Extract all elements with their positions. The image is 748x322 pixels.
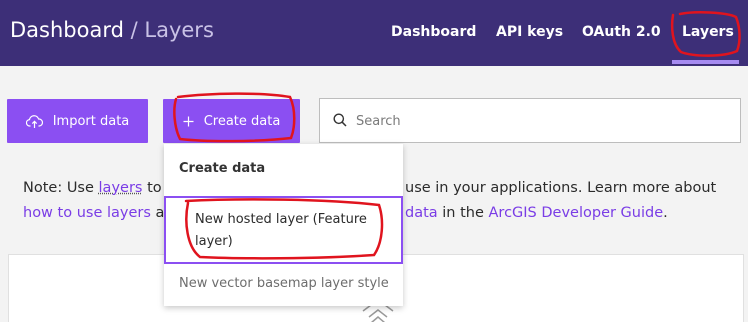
- plus-icon: [183, 116, 194, 127]
- breadcrumb: Dashboard / Layers: [10, 18, 214, 42]
- note-line2-mid: a: [151, 205, 165, 221]
- create-data-label: Create data: [204, 114, 281, 129]
- layers-term-link[interactable]: layers: [99, 180, 143, 196]
- menu-item-new-vector-style[interactable]: New vector basemap layer style: [179, 276, 389, 291]
- top-bar: Dashboard / Layers Dashboard API keys OA…: [0, 0, 748, 66]
- breadcrumb-dashboard[interactable]: Dashboard: [10, 18, 124, 42]
- search-input[interactable]: [356, 109, 726, 133]
- create-data-button[interactable]: Create data: [163, 99, 300, 143]
- menu-header: Create data: [179, 161, 265, 176]
- search-box[interactable]: [319, 98, 741, 143]
- note-mid: to: [142, 180, 161, 196]
- menu-item-new-hosted-layer[interactable]: New hosted layer (Feature layer): [164, 196, 403, 264]
- nav-active-indicator: [672, 60, 739, 64]
- note-line2-tail: data in the ArcGIS Developer Guide.: [405, 201, 668, 226]
- data-link[interactable]: data: [405, 205, 438, 221]
- note-prefix: Note: Use: [23, 180, 99, 196]
- note-line1-suffix: use in your applications. Learn more abo…: [405, 176, 716, 201]
- note-period: .: [663, 205, 668, 221]
- nav-layers[interactable]: Layers: [682, 24, 734, 40]
- breadcrumb-separator: /: [131, 18, 138, 42]
- nav-oauth[interactable]: OAuth 2.0: [582, 24, 661, 40]
- create-data-menu: Create data New hosted layer (Feature la…: [164, 144, 403, 306]
- cloud-upload-icon: [26, 114, 43, 129]
- nav-dashboard[interactable]: Dashboard: [391, 24, 476, 40]
- menu-item-new-hosted-layer-label: New hosted layer (Feature layer): [195, 209, 385, 253]
- how-to-use-layers-link[interactable]: how to use layers: [23, 205, 151, 221]
- nav-api-keys[interactable]: API keys: [496, 24, 563, 40]
- import-data-label: Import data: [53, 114, 130, 129]
- import-data-button[interactable]: Import data: [7, 99, 148, 143]
- breadcrumb-layers: Layers: [144, 18, 214, 42]
- search-icon: [333, 113, 347, 127]
- arcgis-developer-guide-link[interactable]: ArcGIS Developer Guide: [489, 205, 664, 221]
- note-line2-text: in the: [438, 205, 489, 221]
